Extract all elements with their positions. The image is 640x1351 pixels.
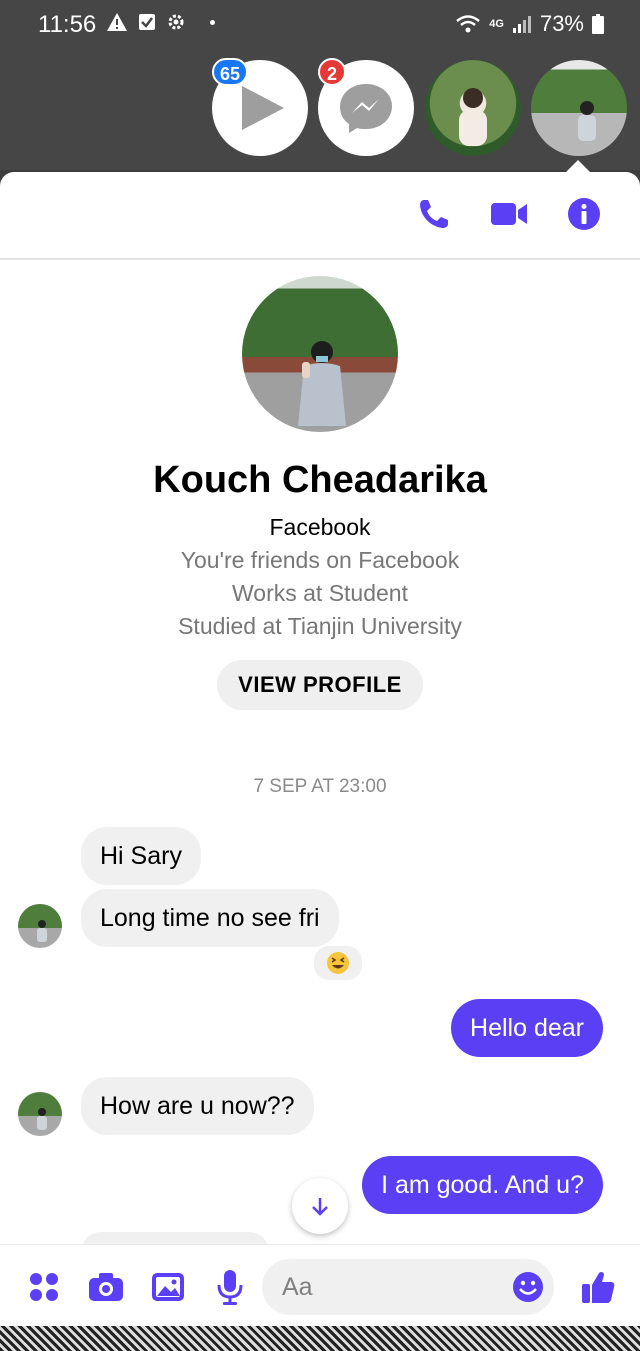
conversation-timestamp: 7 SEP AT 23:00	[253, 776, 387, 797]
contact-education: Studied at Tianjin University	[178, 613, 462, 639]
message-reaction[interactable]	[312, 944, 364, 982]
video-call-button[interactable]	[489, 194, 529, 234]
battery-icon	[592, 14, 604, 34]
more-actions-button[interactable]	[24, 1267, 64, 1307]
phone-icon	[420, 200, 448, 228]
microphone-icon	[217, 1270, 243, 1305]
conversation-toolbar	[0, 172, 640, 260]
message-bubble-outgoing[interactable]: I am good. And u?	[362, 1156, 603, 1214]
scroll-to-bottom-button[interactable]	[292, 1178, 348, 1234]
person-photo	[37, 920, 47, 942]
messenger-badge: 2	[318, 58, 346, 86]
contact-name: Kouch Cheadarika	[153, 459, 487, 501]
smiley-icon	[513, 1272, 543, 1302]
contact-work: Works at Student	[232, 580, 408, 606]
message-bubble-incoming[interactable]: How are u now??	[81, 1077, 314, 1135]
gallery-button[interactable]	[148, 1267, 188, 1307]
contact-avatar[interactable]	[18, 904, 62, 948]
like-button[interactable]	[578, 1267, 618, 1307]
signal-icon	[512, 16, 531, 33]
contact-avatar[interactable]	[18, 1092, 62, 1136]
checkbox-icon	[139, 14, 155, 30]
image-icon	[152, 1273, 184, 1301]
network-type: 4G	[489, 18, 504, 30]
battery-percent: 73%	[539, 11, 584, 36]
thumbs-up-icon	[582, 1271, 615, 1303]
message-bubble-incoming[interactable]: Hi Sary	[81, 827, 201, 885]
grid-dots-icon	[30, 1273, 58, 1301]
camera-icon	[89, 1273, 123, 1301]
message-bubble-incoming[interactable]: Long time no see fri	[81, 889, 339, 947]
wifi-icon	[456, 15, 481, 33]
message-input[interactable]: Aa	[262, 1259, 554, 1315]
person-photo	[578, 101, 596, 141]
dot-icon	[210, 19, 215, 25]
chat-heads-bar: 65 2	[0, 50, 640, 170]
voice-call-button[interactable]	[414, 194, 454, 234]
video-camera-icon	[491, 203, 527, 225]
background-wallpaper-strip	[0, 1326, 640, 1351]
person-photo	[37, 1108, 47, 1130]
arrow-down-icon	[312, 1198, 328, 1216]
camera-button[interactable]	[86, 1267, 126, 1307]
message-composer: Aa	[0, 1244, 640, 1326]
contact-chat-head-2[interactable]	[531, 60, 627, 156]
status-time: 11:56	[38, 11, 97, 38]
person-photo	[298, 341, 346, 426]
status-bar: 11:56 4G 73%	[0, 0, 640, 50]
video-app-badge: 65	[212, 58, 249, 86]
voice-message-button[interactable]	[210, 1267, 250, 1307]
emoji-button[interactable]	[510, 1269, 546, 1305]
contact-chat-head-1[interactable]	[425, 60, 521, 156]
message-bubble-outgoing[interactable]: Hello dear	[451, 999, 603, 1057]
settings-gear-icon	[168, 14, 184, 30]
contact-source: Facebook	[269, 514, 371, 540]
friend-status: You're friends on Facebook	[180, 547, 460, 573]
warning-icon	[107, 13, 127, 31]
info-icon	[568, 198, 600, 230]
conversation-panel: Kouch Cheadarika Facebook You're friends…	[0, 172, 640, 1326]
person-photo	[459, 88, 487, 146]
message-input-placeholder: Aa	[282, 1273, 313, 1301]
contact-profile-photo[interactable]	[242, 276, 398, 432]
grinning-squinting-face-icon	[327, 952, 349, 974]
view-profile-button[interactable]: VIEW PROFILE	[217, 660, 423, 710]
chat-head-pointer	[566, 160, 590, 172]
conversation-info-button[interactable]	[564, 194, 604, 234]
